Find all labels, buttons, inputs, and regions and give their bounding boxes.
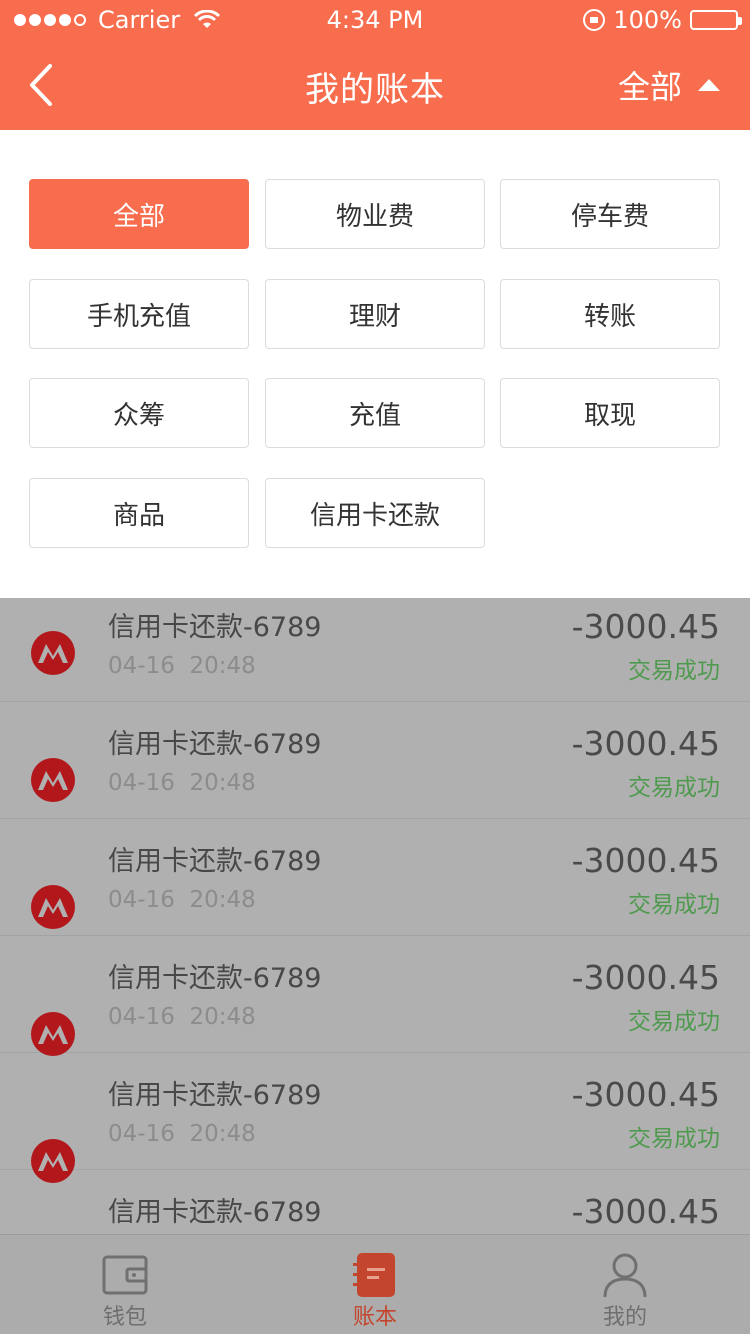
transaction-title: 信用卡还款-6789 (108, 729, 322, 760)
tab-wallet-label: 钱包 (102, 1305, 147, 1330)
tab-ledger[interactable]: 账本 (250, 1235, 500, 1334)
tab-ledger-label: 账本 (352, 1305, 397, 1330)
transaction-row[interactable]: 信用卡还款-6789 -3000.45 (0, 1170, 750, 1234)
transaction-status: 交易成功 (628, 1126, 720, 1152)
ledger-icon (353, 1253, 395, 1297)
transaction-row[interactable]: 信用卡还款-6789 04-16 20:48 -3000.45 交易成功 (0, 702, 750, 819)
triangle-up-icon (698, 79, 720, 91)
filter-toggle-label: 全部 (617, 68, 682, 106)
transaction-date: 04-16 (108, 1121, 175, 1147)
transaction-amount: -3000.45 (571, 1075, 720, 1114)
transaction-datetime: 04-16 20:48 (108, 770, 256, 796)
filter-chip-credit-card-repayment[interactable]: 信用卡还款 (265, 478, 485, 548)
transaction-title: 信用卡还款-6789 (108, 1080, 322, 1111)
transaction-amount: -3000.45 (571, 724, 720, 763)
tab-profile[interactable]: 我的 (500, 1235, 750, 1334)
filter-chip-crowdfunding[interactable]: 众筹 (29, 378, 249, 448)
nav-bar: 我的账本 全部 (0, 40, 750, 130)
filter-chip-withdraw[interactable]: 取现 (500, 378, 720, 448)
transaction-datetime: 04-16 20:48 (108, 887, 256, 913)
transaction-status: 交易成功 (628, 658, 720, 684)
filter-chip-phone-topup[interactable]: 手机充值 (29, 279, 249, 349)
filter-chip-wealth[interactable]: 理财 (265, 279, 485, 349)
filter-chip-transfer[interactable]: 转账 (500, 279, 720, 349)
filter-chip-deposit[interactable]: 充值 (265, 378, 485, 448)
wallet-icon (102, 1255, 148, 1295)
header: Carrier 4:34 PM 100% 我的账本 全部 (0, 0, 750, 130)
transaction-row[interactable]: 信用卡还款-6789 04-16 20:48 -3000.45 交易成功 (0, 819, 750, 936)
transaction-title: 信用卡还款-6789 (108, 963, 322, 994)
profile-icon (603, 1253, 647, 1298)
transaction-time: 20:48 (189, 770, 256, 796)
tab-wallet[interactable]: 钱包 (0, 1235, 250, 1334)
filter-panel: 全部 物业费 停车费 手机充值 理财 转账 众筹 充值 取现 商品 信用卡还款 (0, 130, 750, 598)
transaction-title: 信用卡还款-6789 (108, 846, 322, 877)
transaction-amount: -3000.45 (571, 958, 720, 997)
filter-chip-property-fee[interactable]: 物业费 (265, 179, 485, 249)
battery-percent: 100% (613, 6, 682, 34)
transaction-date: 04-16 (108, 770, 175, 796)
transaction-amount: -3000.45 (571, 841, 720, 880)
filter-chip-goods[interactable]: 商品 (29, 478, 249, 548)
transaction-title: 信用卡还款-6789 (108, 612, 322, 643)
filter-toggle-button[interactable]: 全部 (618, 62, 720, 108)
bank-logo-icon (31, 1012, 75, 1056)
status-bar: Carrier 4:34 PM 100% (0, 0, 750, 40)
filter-chip-parking-fee[interactable]: 停车费 (500, 179, 720, 249)
transaction-status: 交易成功 (628, 1009, 720, 1035)
transaction-datetime: 04-16 20:48 (108, 1004, 256, 1030)
transaction-status: 交易成功 (628, 775, 720, 801)
transaction-amount: -3000.45 (571, 607, 720, 646)
battery-icon (690, 10, 742, 30)
transaction-date: 04-16 (108, 887, 175, 913)
transaction-row[interactable]: 信用卡还款-6789 04-16 20:48 -3000.45 交易成功 (0, 1053, 750, 1183)
transaction-time: 20:48 (189, 1004, 256, 1030)
transaction-date: 04-16 (108, 653, 175, 679)
bank-logo-icon (31, 885, 75, 929)
bank-logo-icon (31, 631, 75, 675)
transaction-time: 20:48 (189, 653, 256, 679)
filter-chip-all[interactable]: 全部 (29, 179, 249, 249)
transaction-amount: -3000.45 (571, 1192, 720, 1231)
transaction-status: 交易成功 (628, 892, 720, 918)
transaction-datetime: 04-16 20:48 (108, 653, 256, 679)
transaction-title: 信用卡还款-6789 (108, 1197, 322, 1228)
transaction-time: 20:48 (189, 887, 256, 913)
transaction-row[interactable]: 信用卡还款-6789 04-16 20:48 -3000.45 交易成功 (0, 936, 750, 1056)
rotation-lock-icon (583, 9, 606, 31)
tab-profile-label: 我的 (602, 1305, 647, 1330)
transaction-time: 20:48 (189, 1121, 256, 1147)
transaction-list: 信用卡还款-6789 04-16 20:48 -3000.45 交易成功 信用卡… (0, 598, 750, 1234)
status-bar-right: 100% (583, 6, 742, 34)
transaction-row[interactable]: 信用卡还款-6789 04-16 20:48 -3000.45 交易成功 (0, 598, 750, 702)
tab-bar: 钱包 账本 我的 (0, 1234, 750, 1334)
transaction-datetime: 04-16 20:48 (108, 1121, 256, 1147)
bank-logo-icon (31, 758, 75, 802)
transaction-date: 04-16 (108, 1004, 175, 1030)
